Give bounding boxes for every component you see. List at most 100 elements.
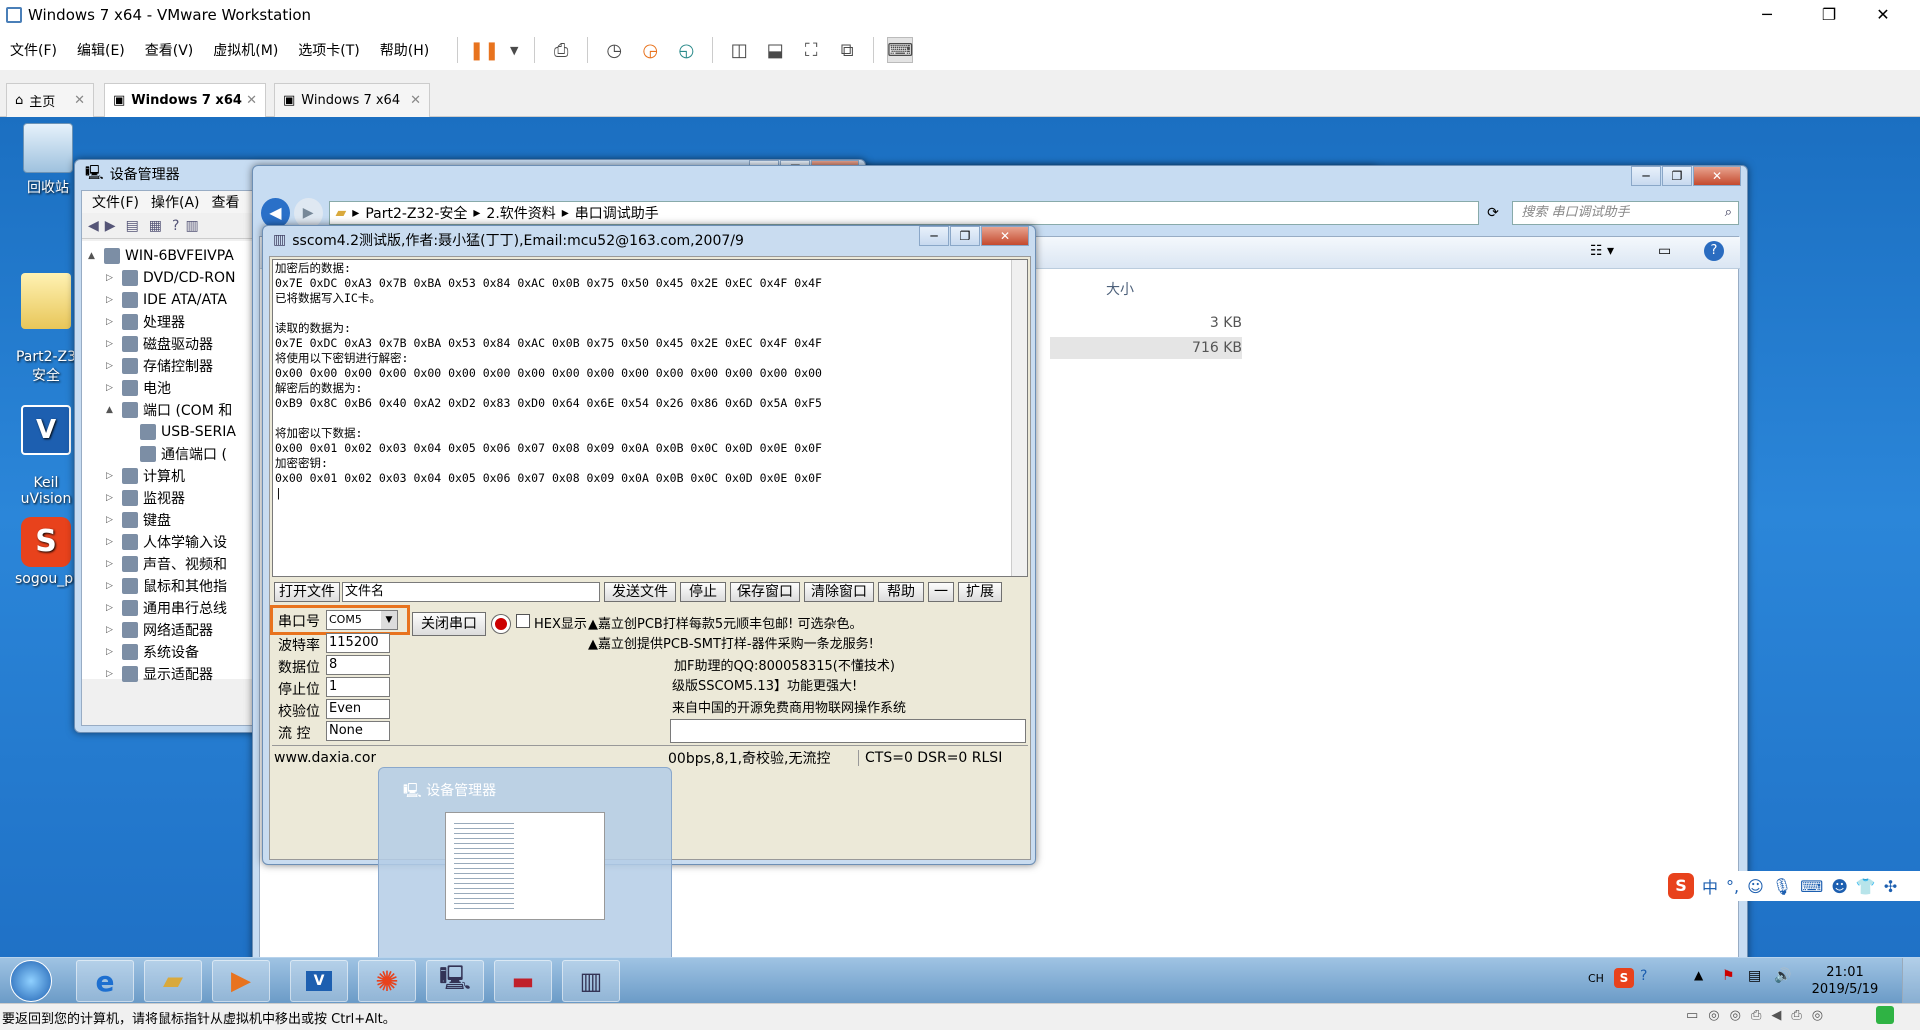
close-button[interactable]: ✕	[981, 226, 1029, 246]
ime-toolbar[interactable]: S 中 °, ☺ 🎙 ⌨ ☻ 👕 ✣	[1664, 871, 1920, 901]
tab-home[interactable]: ⌂ 主页 ✕	[6, 83, 94, 117]
maximize-button[interactable]: ❐	[1662, 166, 1692, 186]
sogou-tray-icon[interactable]: S	[1614, 968, 1634, 988]
taskbar-toolbox-icon[interactable]: ▬	[494, 960, 552, 1002]
expand-icon[interactable]: ▷	[106, 625, 118, 635]
expand-icon[interactable]: ▷	[106, 515, 118, 525]
taskbar-keil-icon[interactable]: V	[290, 960, 348, 1002]
close-icon[interactable]: ✕	[246, 93, 257, 108]
language-indicator[interactable]: CH	[1588, 972, 1604, 985]
column-header-size[interactable]: 大小	[1106, 279, 1134, 299]
revert-snapshot-icon[interactable]: ◶	[637, 37, 663, 63]
properties-icon[interactable]: ▤	[126, 218, 139, 234]
action-center-icon[interactable]: ⚑	[1722, 968, 1735, 984]
breadcrumb-item[interactable]: Part2-Z32-安全	[365, 203, 467, 223]
taskbar-app-icon[interactable]: ✺	[358, 960, 416, 1002]
ad-line[interactable]: 加F助理的QQ:800058315(不懂技术)	[674, 655, 895, 674]
stopbits-select[interactable]: 1	[326, 677, 390, 697]
refresh-icon[interactable]: ⟳	[1487, 205, 1504, 221]
expand-icon[interactable]: ▷	[106, 361, 118, 371]
menu-file[interactable]: 文件(F)	[92, 192, 139, 212]
help-icon[interactable]: ?	[1704, 241, 1724, 261]
hex-display-checkbox[interactable]	[516, 614, 530, 628]
expand-icon[interactable]: ▷	[106, 471, 118, 481]
baud-select[interactable]: 115200	[326, 633, 390, 653]
menu-view[interactable]: 查看(V)	[145, 40, 194, 60]
show-desktop-button[interactable]	[1902, 958, 1920, 1003]
expand-icon[interactable]: ▷	[106, 669, 118, 679]
taskbar-ie-icon[interactable]: e	[76, 960, 134, 1002]
help-icon[interactable]: ?	[172, 218, 179, 234]
guest-desktop[interactable]: 回收站 Part2-Z3 安全 V Keil uVision S sogou_p…	[0, 117, 1920, 1003]
save-window-button[interactable]: 保存窗口	[730, 582, 800, 602]
snapshot-icon[interactable]: ◷	[601, 37, 627, 63]
breadcrumb-item[interactable]: 2.软件资料	[486, 203, 555, 223]
thumbnail-view-icon[interactable]: ⬓	[762, 37, 788, 63]
databits-select[interactable]: 8	[326, 655, 390, 675]
breadcrumb-item[interactable]: 串口调试助手	[575, 203, 659, 223]
open-file-button[interactable]: 打开文件	[274, 582, 340, 602]
help-tray-icon[interactable]: ?	[1640, 968, 1647, 984]
expand-icon[interactable]: ▷	[106, 559, 118, 569]
expand-icon[interactable]: ▷	[106, 273, 118, 283]
forward-icon[interactable]: ▶	[293, 198, 323, 228]
show-hidden-icons-icon[interactable]: ▲	[1694, 968, 1703, 982]
clock[interactable]: 21:01 2019/5/19	[1810, 964, 1880, 998]
search-icon[interactable]: ⌕	[1725, 202, 1732, 224]
ad-line[interactable]: 来自中国的开源免费商用物联网操作系统	[672, 697, 906, 716]
minimize-button[interactable]: ─	[1744, 0, 1790, 30]
start-button[interactable]	[10, 960, 52, 1002]
expand-button[interactable]: 扩展	[958, 582, 1002, 602]
expand-icon[interactable]: ▷	[106, 537, 118, 547]
tab-windows7-active[interactable]: ▣ Windows 7 x64 ✕	[104, 83, 266, 117]
view-options-icon[interactable]: ☷ ▾	[1590, 243, 1614, 259]
back-icon[interactable]: ◀	[261, 198, 290, 228]
menu-action[interactable]: 操作(A)	[151, 192, 200, 212]
minimize-button[interactable]: ─	[1631, 166, 1661, 186]
maximize-button[interactable]: ❐	[1806, 0, 1852, 30]
expand-icon[interactable]: ▲	[88, 251, 100, 261]
filename-input[interactable]: 文件名	[342, 582, 600, 602]
send-file-button[interactable]: 发送文件	[604, 582, 676, 602]
volume-icon[interactable]: 🔊	[1774, 968, 1791, 984]
search-input[interactable]: 搜索 串口调试助手 ⌕	[1512, 201, 1739, 225]
network-icon[interactable]: ▤	[1748, 968, 1761, 984]
taskbar-sscom-icon[interactable]: ▥	[562, 960, 620, 1002]
menu-view[interactable]: 查看	[212, 192, 240, 212]
taskbar-media-player-icon[interactable]: ▶	[212, 960, 270, 1002]
parity-select[interactable]: Even	[326, 699, 390, 719]
expand-icon[interactable]: ▷	[106, 339, 118, 349]
console-icon[interactable]: ⌨	[887, 37, 914, 63]
scan-icon[interactable]: ▦	[149, 218, 162, 234]
expand-icon[interactable]: ▲	[106, 405, 118, 415]
close-icon[interactable]: ✕	[74, 93, 85, 108]
receive-area[interactable]: 加密后的数据: 0x7E 0xDC 0xA3 0x7B 0xBA 0x53 0x…	[272, 259, 1028, 577]
menu-help[interactable]: 帮助(H)	[380, 40, 429, 60]
menu-edit[interactable]: 编辑(E)	[77, 40, 125, 60]
sogou-icon[interactable]: S	[1668, 873, 1694, 899]
tools-icon[interactable]: ✣	[1884, 877, 1897, 896]
taskbar-device-manager-icon[interactable]: 🖳	[426, 960, 484, 1002]
send-input[interactable]	[670, 719, 1026, 743]
fullscreen-icon[interactable]: ⛶	[798, 37, 824, 63]
expand-icon[interactable]: ▷	[106, 295, 118, 305]
emoji-icon[interactable]: ☺	[1747, 877, 1764, 896]
port-select[interactable]: COM5 ▼	[326, 610, 398, 630]
chevron-down-icon[interactable]: ▼	[381, 611, 397, 629]
close-button[interactable]: ✕	[1693, 166, 1741, 186]
vertical-scrollbar[interactable]	[1011, 260, 1027, 576]
snapshot-manager-icon[interactable]: ◵	[673, 37, 699, 63]
message-icon[interactable]	[1876, 1006, 1894, 1024]
preview-pane-icon[interactable]: ▭	[1658, 243, 1671, 259]
expand-icon[interactable]: ▷	[106, 603, 118, 613]
ad-line[interactable]: ▲嘉立创提供PCB-SMT打样-器件采购一条龙服务!	[588, 633, 874, 652]
expand-icon[interactable]: ▷	[106, 493, 118, 503]
skin-icon[interactable]: 👕	[1856, 877, 1876, 896]
update-icon[interactable]: ▥	[185, 218, 198, 234]
menu-vm[interactable]: 虚拟机(M)	[213, 40, 278, 60]
forward-icon[interactable]: ▶	[105, 218, 116, 234]
mic-icon[interactable]: 🎙	[1772, 877, 1792, 896]
taskbar-thumbnail[interactable]: 🖳 设备管理器	[378, 767, 672, 963]
punctuation-icon[interactable]: °,	[1726, 877, 1739, 896]
flow-select[interactable]: None	[326, 721, 390, 741]
